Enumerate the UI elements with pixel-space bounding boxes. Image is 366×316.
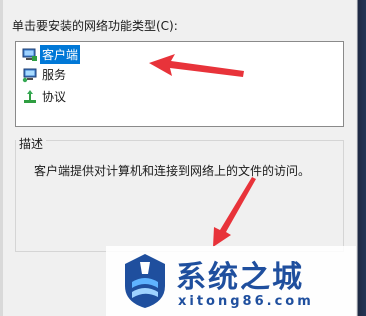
site-logo-icon <box>125 254 165 308</box>
watermark-title: 系统之城 <box>176 260 304 295</box>
arrow-to-description <box>213 177 256 247</box>
watermark-url: xitong86.com <box>178 294 314 309</box>
arrow-to-client <box>149 54 244 77</box>
watermark: 系统之城 xitong86.com <box>106 246 356 316</box>
